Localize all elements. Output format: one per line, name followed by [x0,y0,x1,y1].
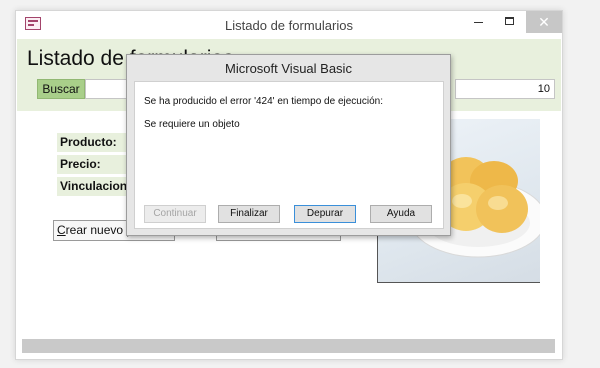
finalizar-button[interactable]: Finalizar [218,205,280,223]
minimize-button[interactable] [462,11,494,33]
vinculacion-label: Vinculacion: [57,177,131,196]
close-button[interactable]: ✕ [526,11,562,33]
maximize-icon [505,17,514,25]
depurar-button[interactable]: Depurar [294,205,356,223]
buscar-button[interactable]: Buscar [37,79,85,99]
error-detail: Se requiere un objeto [144,119,240,130]
title-bar: Listado de formularios ✕ [16,11,562,39]
status-bar [22,339,555,353]
create-accesskey: C [57,223,66,237]
close-icon: ✕ [538,14,550,30]
record-count-field[interactable]: 10 [455,79,555,99]
minimize-icon [474,22,483,23]
ayuda-button[interactable]: Ayuda [370,205,432,223]
search-input[interactable] [85,79,130,99]
dialog-title: Microsoft Visual Basic [225,61,352,76]
continuar-button[interactable]: Continuar [144,205,206,223]
vba-error-dialog: Microsoft Visual Basic Se ha producido e… [126,54,451,236]
error-message: Se ha producido el error '424' en tiempo… [144,96,383,107]
create-label: rear nuevo p [65,223,134,237]
precio-label: Precio: [57,155,127,174]
maximize-button[interactable] [494,11,526,33]
producto-label: Producto: [57,133,127,152]
